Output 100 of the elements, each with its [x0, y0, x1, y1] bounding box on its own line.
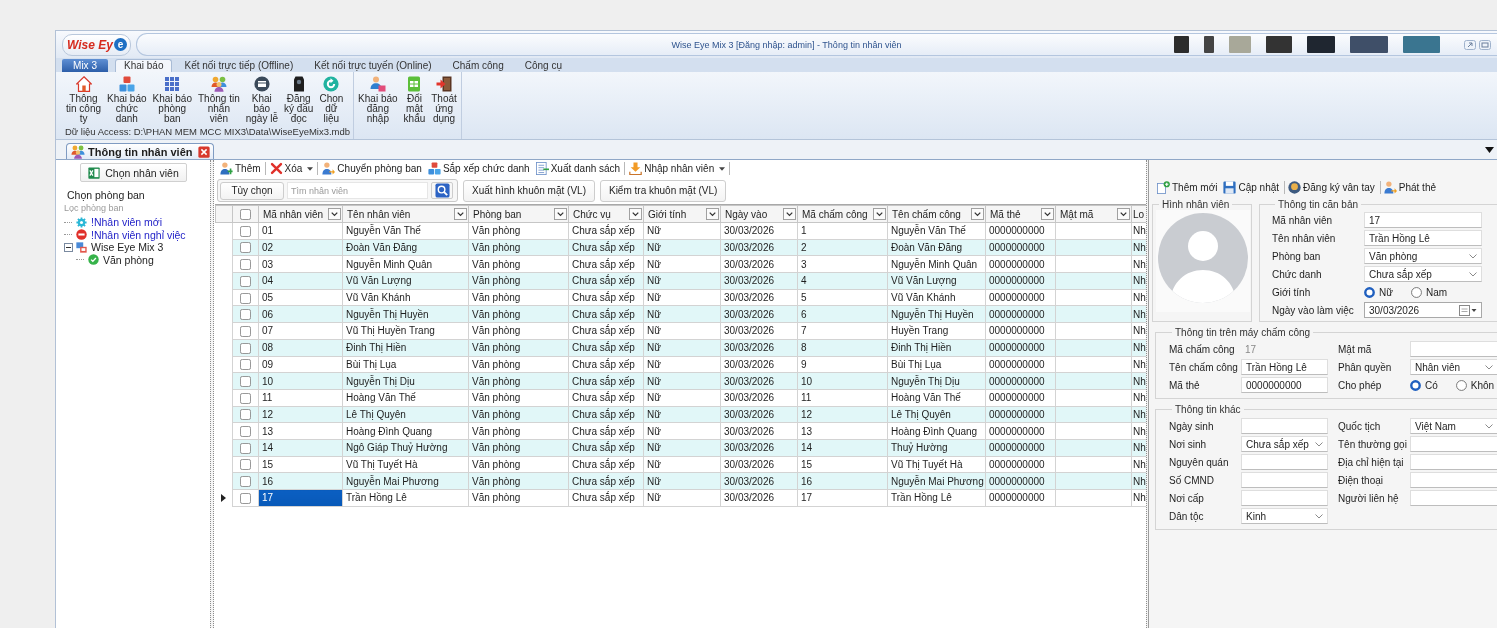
text-field[interactable]	[1241, 454, 1328, 470]
toolbar-button[interactable]: Phát thẻ	[1381, 180, 1441, 195]
text-field[interactable]: Trần Hồng Lê	[1364, 230, 1482, 246]
checkbox[interactable]	[240, 309, 251, 321]
search-button[interactable]	[431, 182, 453, 199]
ribbon-button[interactable]: Thông tin công ty	[63, 76, 105, 124]
action-button[interactable]: Kiểm tra khuôn mặt (VL)	[599, 179, 727, 202]
toolbar-button[interactable]: Thêm mới	[1155, 180, 1222, 195]
dropdown-icon[interactable]	[554, 208, 567, 220]
document-tab[interactable]: Thông tin nhân viên	[66, 143, 214, 159]
device-photo[interactable]	[1204, 36, 1214, 53]
text-field[interactable]: Trần Hồng Lê	[1241, 359, 1328, 375]
text-field[interactable]	[1410, 472, 1497, 488]
ribbon-button[interactable]: Khai báo chức danh	[104, 76, 150, 124]
column-header[interactable]: Tên chấm công	[887, 205, 986, 223]
close-icon[interactable]	[197, 145, 210, 158]
checkbox[interactable]	[240, 359, 251, 371]
checkbox[interactable]	[240, 342, 251, 354]
ribbon-button[interactable]: Thông tin nhân viên	[195, 76, 243, 124]
dropdown-icon[interactable]	[873, 208, 886, 220]
collapse-icon[interactable]	[64, 242, 73, 252]
checkbox[interactable]	[240, 442, 251, 454]
dropdown-field[interactable]: Văn phòng	[1364, 248, 1482, 264]
checkbox[interactable]	[240, 375, 251, 387]
ribbon-tab[interactable]: Kết nối trực tuyến (Online)	[305, 59, 441, 72]
checkbox[interactable]	[240, 325, 251, 337]
dropdown-icon[interactable]	[1041, 208, 1054, 220]
dropdown-field[interactable]: Việt Nam	[1410, 418, 1497, 434]
table-cell[interactable]: 01	[258, 222, 343, 240]
search-field[interactable]: Tìm nhân viên	[287, 182, 428, 199]
ribbon-button[interactable]: Khai báo phòng ban	[149, 76, 195, 124]
table-cell[interactable]: 09	[258, 356, 343, 373]
text-field[interactable]	[1410, 490, 1497, 506]
text-field[interactable]	[1241, 418, 1328, 434]
checkbox[interactable]	[240, 392, 251, 404]
toolbar-button[interactable]: Xuất danh sách	[532, 161, 624, 176]
text-field[interactable]: 17	[1364, 212, 1482, 228]
toolbar-button[interactable]: Đăng ký vân tay	[1286, 180, 1379, 195]
action-button[interactable]: Xuất hình khuôn mặt (VL)	[463, 179, 595, 202]
toolbar-button[interactable]: Chuyển phòng ban	[319, 161, 425, 176]
column-header[interactable]: Mật mã	[1055, 205, 1132, 223]
toolbar-button[interactable]: Xóa	[266, 161, 317, 176]
maximize-icon[interactable]	[1479, 39, 1491, 50]
dropdown-field[interactable]: Chưa sắp xếp	[1241, 436, 1328, 452]
checkbox[interactable]	[240, 275, 251, 287]
options-button[interactable]: Tùy chọn	[220, 181, 284, 200]
column-header[interactable]: Tên nhân viên	[342, 205, 469, 223]
dropdown-field[interactable]: Nhân viên	[1410, 359, 1497, 375]
dropdown-arrow-icon[interactable]	[1485, 147, 1494, 153]
dropdown-icon[interactable]	[971, 208, 984, 220]
ribbon-button[interactable]: Khai báo đăng nhập	[355, 76, 401, 124]
ribbon-tab[interactable]: Chấm công	[443, 59, 513, 72]
ribbon-tab[interactable]: Khai báo	[115, 59, 173, 72]
checkbox[interactable]	[240, 259, 251, 271]
text-field[interactable]	[1241, 490, 1328, 506]
table-cell[interactable]: 11	[258, 389, 343, 407]
checkbox[interactable]	[240, 292, 251, 304]
table-cell[interactable]: 13	[258, 422, 343, 440]
text-field[interactable]	[1241, 472, 1328, 488]
ribbon-tab[interactable]: Mix 3	[62, 59, 108, 72]
checkbox[interactable]	[240, 208, 251, 220]
ribbon-tab[interactable]: Công cụ	[515, 59, 571, 72]
toolbar-button[interactable]: Nhập nhân viên	[626, 161, 729, 176]
text-field[interactable]	[1410, 454, 1497, 470]
column-header[interactable]: Mã nhân viên	[258, 205, 343, 223]
ribbon-button[interactable]: Đổi mật khẩu	[400, 76, 429, 124]
checkbox[interactable]	[240, 459, 251, 471]
text-field[interactable]: 0000000000	[1241, 377, 1328, 393]
table-cell[interactable]: 15	[258, 456, 343, 473]
table-cell[interactable]: 05	[258, 289, 343, 306]
column-header[interactable]: Giới tính	[643, 205, 721, 223]
choose-employee-button[interactable]: Chọn nhân viên	[80, 163, 187, 182]
column-header[interactable]: Mã thẻ	[985, 205, 1056, 223]
ribbon-button[interactable]: Chọn dữ liệu	[316, 76, 347, 124]
checkbox[interactable]	[240, 492, 251, 504]
dropdown-icon[interactable]	[454, 208, 467, 220]
ribbon-button[interactable]: Thoát ứng dụng	[428, 76, 460, 124]
checkbox[interactable]	[240, 476, 251, 488]
checkbox[interactable]	[240, 242, 251, 254]
table-cell[interactable]: 07	[258, 322, 343, 340]
radio-option[interactable]: Có	[1410, 379, 1438, 391]
text-field[interactable]	[1410, 436, 1497, 452]
tree-item[interactable]: !Nhân viên nghỉ việc	[76, 228, 186, 241]
checkbox[interactable]	[240, 409, 251, 421]
dropdown-icon[interactable]	[629, 208, 642, 220]
dropdown-icon[interactable]	[1117, 208, 1130, 220]
ribbon-button[interactable]: Đăng ký đầu đọc	[280, 76, 317, 124]
tree-item[interactable]: Wise Eye Mix 3	[76, 241, 164, 254]
radio-option[interactable]: Nam	[1410, 286, 1448, 298]
checkbox[interactable]	[240, 225, 251, 237]
column-header[interactable]: Mã chấm công	[797, 205, 888, 223]
dropdown-icon[interactable]	[328, 208, 341, 220]
toolbar-button[interactable]: Thêm	[217, 161, 264, 176]
date-field[interactable]: 30/03/2026	[1364, 302, 1482, 318]
toolbar-button[interactable]: Sắp xếp chức danh	[424, 161, 533, 176]
ribbon-button[interactable]: Khai báo ngày lễ	[242, 76, 281, 124]
dropdown-field[interactable]: Chưa sắp xếp	[1364, 266, 1482, 282]
column-header[interactable]: Chức vụ	[568, 205, 644, 223]
filter-field[interactable]: Lọc phòng ban	[64, 203, 194, 213]
dropdown-field[interactable]: Kinh	[1241, 508, 1328, 524]
